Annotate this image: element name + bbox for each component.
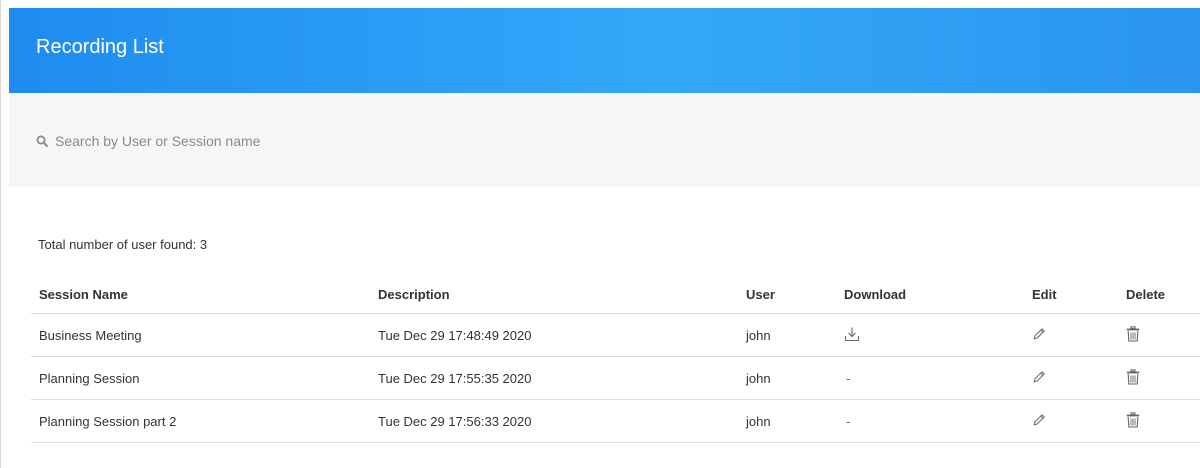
column-header-session-name: Session Name — [31, 276, 370, 314]
search-input[interactable] — [55, 133, 455, 149]
column-header-delete: Delete — [1118, 276, 1200, 314]
total-count-label: Total number of user found: 3 — [38, 237, 208, 252]
search-wrapper — [36, 133, 455, 149]
search-bar — [9, 93, 1200, 187]
download-unavailable: - — [846, 413, 851, 429]
table-row: Business Meeting Tue Dec 29 17:48:49 202… — [31, 313, 1200, 357]
description-cell: Tue Dec 29 17:56:33 2020 — [370, 399, 738, 443]
user-cell: john — [738, 313, 836, 357]
user-cell: john — [738, 399, 836, 443]
edit-cell — [1024, 399, 1118, 443]
edit-pencil-icon[interactable] — [1032, 370, 1046, 384]
delete-cell — [1118, 356, 1200, 400]
edit-pencil-icon[interactable] — [1032, 327, 1046, 341]
page-title: Recording List — [36, 36, 164, 58]
edit-pencil-icon[interactable] — [1032, 413, 1046, 427]
table-header-row: Session Name Description User Download E… — [31, 276, 1200, 314]
download-icon[interactable] — [844, 326, 860, 342]
description-cell: Tue Dec 29 17:48:49 2020 — [370, 313, 738, 357]
column-header-edit: Edit — [1024, 276, 1118, 314]
description-cell: Tue Dec 29 17:55:35 2020 — [370, 356, 738, 400]
edit-cell — [1024, 313, 1118, 357]
user-cell: john — [738, 356, 836, 400]
session-name-cell: Planning Session part 2 — [31, 399, 370, 443]
column-header-download: Download — [836, 276, 1024, 314]
recordings-table: Session Name Description User Download E… — [31, 276, 1200, 443]
session-name-cell: Business Meeting — [31, 313, 370, 357]
download-cell: - — [836, 356, 1024, 400]
table-row: Planning Session Tue Dec 29 17:55:35 202… — [31, 356, 1200, 400]
column-header-user: User — [738, 276, 836, 314]
delete-cell — [1118, 399, 1200, 443]
delete-cell — [1118, 313, 1200, 357]
recording-list-page: Recording List Total number of user foun… — [0, 0, 1200, 468]
download-cell — [836, 313, 1024, 357]
search-icon — [36, 134, 50, 148]
session-name-cell: Planning Session — [31, 356, 370, 400]
download-cell: - — [836, 399, 1024, 443]
trash-icon[interactable] — [1126, 325, 1140, 342]
trash-icon[interactable] — [1126, 411, 1140, 428]
download-unavailable: - — [846, 370, 851, 386]
trash-icon[interactable] — [1126, 368, 1140, 385]
page-header: Recording List — [9, 8, 1200, 93]
column-header-description: Description — [370, 276, 738, 314]
table-row: Planning Session part 2 Tue Dec 29 17:56… — [31, 399, 1200, 443]
edit-cell — [1024, 356, 1118, 400]
